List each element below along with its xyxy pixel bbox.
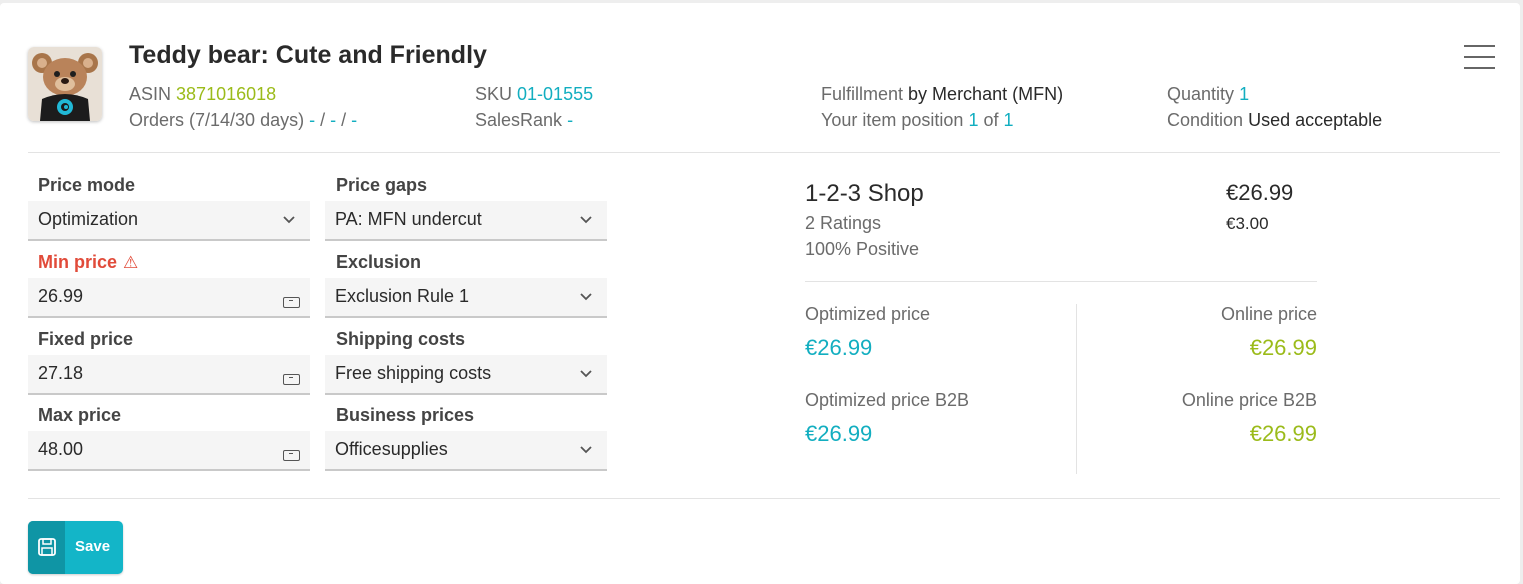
fulfillment-value: by Merchant (MFN) — [908, 84, 1064, 104]
max-price-value: 48.00 — [38, 439, 84, 459]
price-gaps-value: PA: MFN undercut — [335, 209, 482, 229]
product-thumbnail[interactable] — [28, 47, 102, 121]
salesrank-row: SalesRank - — [475, 110, 573, 131]
price-gaps-label: Price gaps — [336, 175, 428, 195]
warning-icon: ⚠ — [123, 253, 139, 272]
money-icon[interactable] — [283, 450, 300, 461]
save-icon-wrap — [28, 521, 65, 574]
quantity-label: Quantity — [1167, 84, 1235, 104]
optimized-price-value: €26.99 — [805, 335, 873, 360]
fixed-price-label: Fixed price — [38, 329, 134, 349]
orders-label: Orders (7/14/30 days) — [129, 110, 305, 130]
max-price-input[interactable]: 48.00 — [28, 431, 310, 471]
online-price-label: Online price — [1220, 304, 1317, 324]
salesrank-label: SalesRank — [475, 110, 563, 130]
header-divider — [28, 152, 1500, 153]
product-title: Teddy bear: Cute and Friendly — [129, 41, 487, 69]
shop-name: 1-2-3 Shop — [805, 180, 924, 207]
sku-row: SKU 01-01555 — [475, 84, 593, 105]
save-icon — [38, 538, 56, 556]
business-prices-value: Officesupplies — [335, 439, 448, 459]
menu-icon[interactable] — [1464, 45, 1496, 71]
fulfillment-label: Fulfillment — [821, 84, 904, 104]
fixed-price-input[interactable]: 27.18 — [28, 355, 310, 395]
save-label: Save — [75, 538, 111, 555]
offer-shipping: €3.00 — [1226, 214, 1269, 233]
sku-label: SKU — [475, 84, 513, 104]
condition-row: Condition Used acceptable — [1167, 110, 1382, 131]
chevron-down-icon — [580, 216, 592, 224]
orders-row: Orders (7/14/30 days) - / - / - — [129, 110, 358, 130]
orders-30-value: - — [351, 110, 358, 130]
asin-row: ASIN 3871016018 — [129, 84, 276, 105]
price-mode-select[interactable]: Optimization — [28, 201, 310, 241]
chevron-down-icon — [580, 446, 592, 454]
offer-price: €26.99 — [1226, 180, 1294, 205]
condition-value: Used acceptable — [1248, 110, 1383, 130]
position-row: Your item position 1 of 1 — [821, 110, 1014, 131]
min-price-label-row: Min price ⚠ — [38, 252, 138, 273]
salesrank-value: - — [567, 110, 574, 130]
money-icon[interactable] — [283, 374, 300, 385]
position-label: Your item position — [821, 110, 964, 130]
optimized-price-b2b-value: €26.99 — [805, 421, 873, 446]
orders-7-value: - — [309, 110, 316, 130]
product-card: Teddy bear: Cute and Friendly ASIN 38710… — [0, 3, 1520, 584]
chevron-down-icon — [580, 370, 592, 378]
exclusion-value: Exclusion Rule 1 — [335, 286, 470, 306]
offer-divider — [805, 281, 1317, 282]
fixed-price-value: 27.18 — [38, 363, 84, 383]
min-price-label: Min price — [38, 252, 118, 272]
exclusion-select[interactable]: Exclusion Rule 1 — [325, 278, 607, 318]
asin-link[interactable]: 3871016018 — [176, 84, 276, 104]
business-prices-select[interactable]: Officesupplies — [325, 431, 607, 471]
price-mode-value: Optimization — [38, 209, 139, 229]
sku-value: 01-01555 — [517, 84, 594, 104]
money-icon[interactable] — [283, 297, 300, 308]
position-total: 1 — [1003, 110, 1014, 130]
position-value: 1 — [968, 110, 979, 130]
shipping-costs-value: Free shipping costs — [335, 363, 492, 383]
shipping-costs-label: Shipping costs — [336, 329, 466, 349]
asin-label: ASIN — [129, 84, 172, 104]
min-price-value: 26.99 — [38, 286, 84, 306]
save-button[interactable]: Save — [28, 521, 123, 574]
online-price-value: €26.99 — [1249, 335, 1317, 360]
price-gaps-select[interactable]: PA: MFN undercut — [325, 201, 607, 241]
quantity-value: 1 — [1239, 84, 1250, 104]
optimized-price-label: Optimized price — [805, 304, 931, 324]
shop-positive: 100% Positive — [805, 239, 920, 259]
chevron-down-icon — [580, 293, 592, 301]
min-price-input[interactable]: 26.99 — [28, 278, 310, 318]
price-mode-label: Price mode — [38, 175, 136, 195]
condition-label: Condition — [1167, 110, 1244, 130]
optimized-price-b2b-label: Optimized price B2B — [805, 390, 970, 410]
orders-14-value: - — [330, 110, 337, 130]
quantity-row: Quantity 1 — [1167, 84, 1249, 105]
shop-ratings: 2 Ratings — [805, 213, 882, 233]
position-of: of — [983, 110, 999, 130]
footer-divider — [28, 498, 1500, 499]
max-price-label: Max price — [38, 405, 122, 425]
shipping-costs-select[interactable]: Free shipping costs — [325, 355, 607, 395]
online-price-b2b-value: €26.99 — [1249, 421, 1317, 446]
fulfillment-row: Fulfillment by Merchant (MFN) — [821, 84, 1063, 105]
business-prices-label: Business prices — [336, 405, 475, 425]
online-price-b2b-label: Online price B2B — [1181, 390, 1317, 410]
chevron-down-icon — [283, 216, 295, 224]
exclusion-label: Exclusion — [336, 252, 422, 272]
summary-divider — [1076, 304, 1077, 474]
